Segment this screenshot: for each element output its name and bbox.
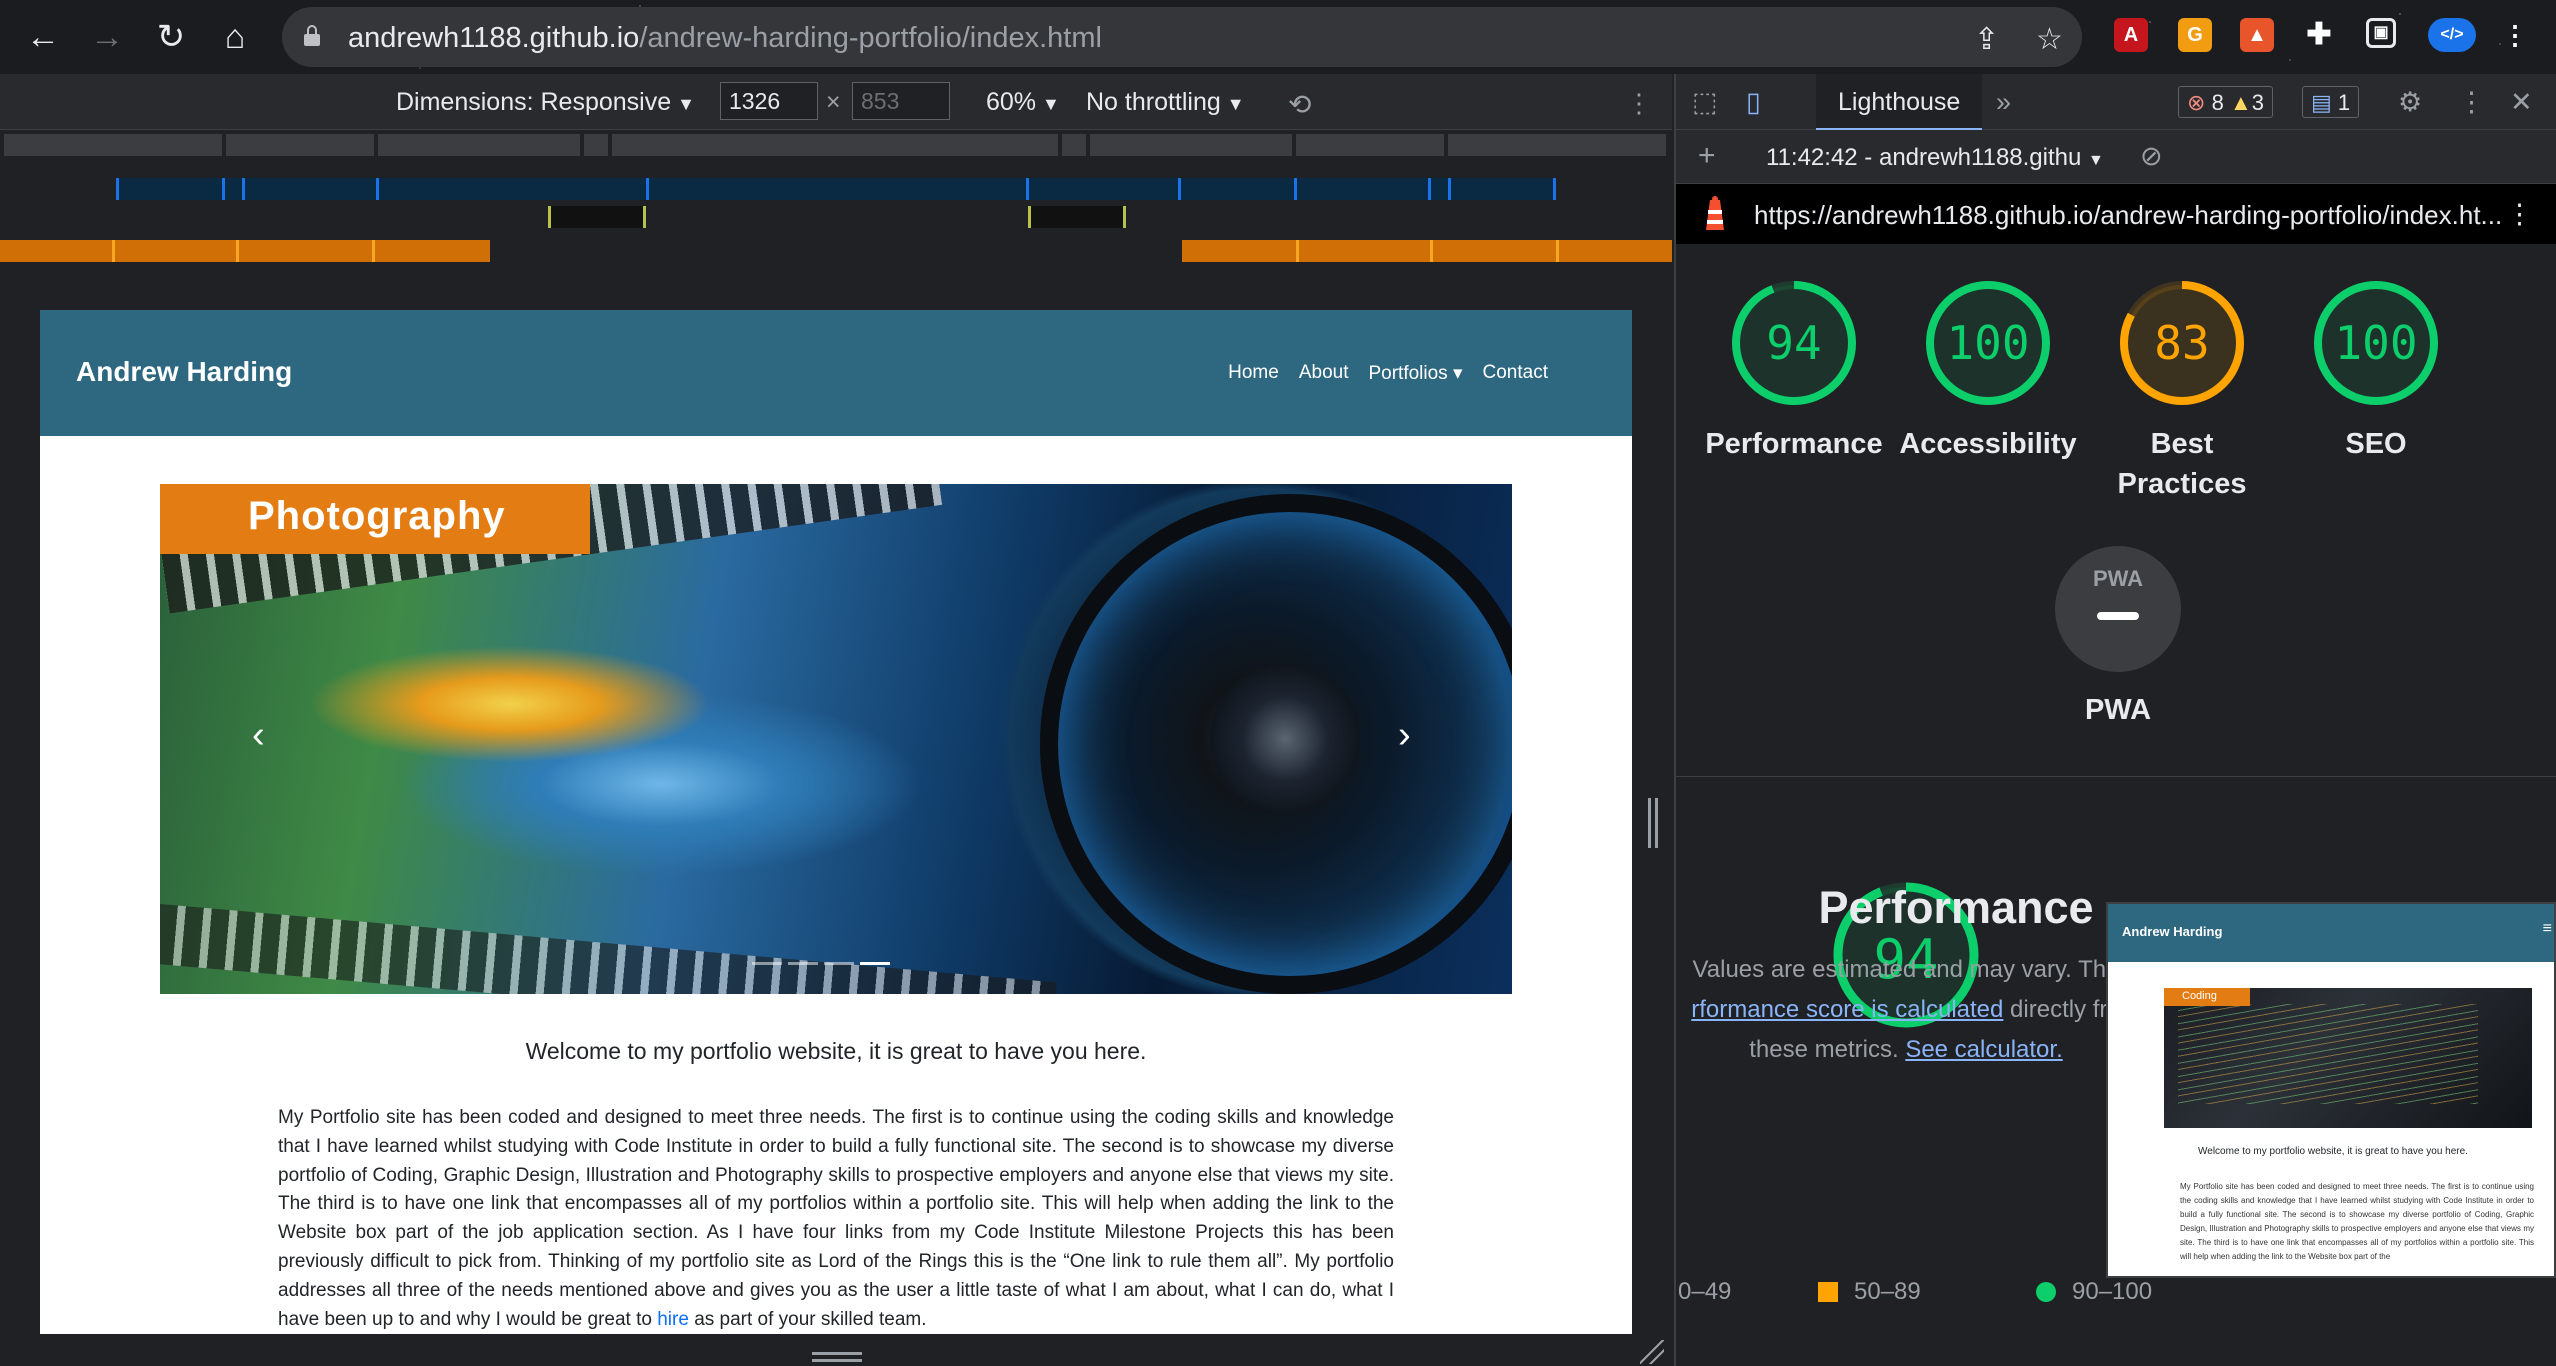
rotate-icon[interactable]: ⟲ — [1288, 88, 1311, 121]
window-icon[interactable]: ▣ — [2366, 18, 2396, 48]
gauge-accessibility[interactable]: 100 Accessibility — [1888, 278, 2088, 464]
performance-note: Values are estimated and may vary. The r… — [1691, 956, 2121, 1063]
lock-icon — [304, 25, 320, 47]
site-nav-links: Home About Portfolios ▾ Contact — [1228, 362, 1548, 385]
clear-icon[interactable]: ⊘ — [2140, 142, 2163, 170]
resize-handle-right[interactable] — [1648, 798, 1658, 848]
tab-lighthouse[interactable]: Lighthouse — [1816, 74, 1983, 130]
code-extension-icon[interactable]: </> — [2428, 18, 2476, 52]
inspect-icon[interactable]: ⬚ — [1692, 88, 1718, 116]
carousel-indicators[interactable] — [752, 962, 890, 965]
nav-about[interactable]: About — [1299, 362, 1349, 385]
dimensions-dropdown[interactable]: Dimensions: Responsive ▼ — [396, 88, 695, 117]
report-url-bar: https://andrewh1188.github.io/andrew-har… — [1676, 184, 2556, 244]
legend-high: 90–100 — [2036, 1278, 2152, 1306]
home-icon[interactable]: ⌂ — [216, 18, 254, 56]
issues-badge[interactable]: ⊗ 8 ▲3 — [2178, 86, 2273, 118]
menu-icon[interactable]: ⋮ — [2498, 18, 2532, 52]
legend-mid: 50–89 — [1818, 1278, 1921, 1306]
orange-square-icon — [1818, 1282, 1838, 1302]
messages-badge[interactable]: ▤ 1 — [2302, 86, 2360, 118]
gauge-seo[interactable]: 100 SEO — [2276, 278, 2476, 464]
carousel-next-icon[interactable]: › — [1398, 714, 1411, 757]
hire-link[interactable]: hire — [657, 1309, 689, 1330]
more-tabs-icon[interactable]: » — [1996, 88, 2011, 116]
report-url: https://andrewh1188.github.io/andrew-har… — [1754, 200, 2503, 230]
pwa-badge-icon: PWA — [2055, 546, 2181, 672]
resize-handle-corner[interactable] — [1640, 1340, 1664, 1364]
device-toolbar: Dimensions: Responsive ▼ 1326 × 853 60% ▼ … — [0, 74, 1672, 130]
times-icon: × — [826, 88, 841, 116]
green-circle-icon — [2036, 1282, 2056, 1302]
pdf-extension-icon[interactable]: A — [2114, 18, 2148, 52]
film-strip-graphic — [160, 904, 1057, 994]
report-menu-icon[interactable]: ⋮ — [2506, 200, 2533, 228]
final-screenshot-thumbnail[interactable]: Andrew Harding ≡ Coding Welcome to my por… — [2106, 902, 2556, 1278]
camera-lens-core — [1210, 664, 1360, 814]
device-more-icon[interactable]: ⋮ — [1626, 88, 1652, 119]
svg-text:PWA: PWA — [2093, 566, 2143, 591]
nav-portfolios[interactable]: Portfolios ▾ — [1368, 362, 1462, 385]
lighthouse-icon — [1704, 196, 1726, 232]
lighthouse-extension-icon[interactable]: ▲ — [2240, 18, 2274, 52]
carousel-prev-icon[interactable]: ‹ — [252, 714, 265, 757]
close-devtools-icon[interactable]: ✕ — [2510, 88, 2533, 116]
share-icon[interactable]: ⇪ — [1974, 25, 1999, 55]
hamburger-icon: ≡ — [2542, 920, 2552, 937]
width-input[interactable]: 1326 — [720, 82, 818, 120]
gauge-best-practices[interactable]: 83 Best Practices — [2082, 278, 2282, 504]
star-icon[interactable]: ☆ — [2036, 25, 2063, 55]
device-viewport: Andrew Harding Home About Portfolios ▾ C… — [0, 268, 1672, 1366]
height-input[interactable]: 853 — [852, 82, 950, 120]
browser-toolbar: ← → ↻ ⌂ andrewh1188.github.io/andrew-har… — [0, 0, 2556, 74]
grammarly-extension-icon[interactable]: G — [2178, 18, 2212, 52]
devtools-more-icon[interactable]: ⋮ — [2458, 88, 2485, 116]
devtools-tabbar: ⬚ ▯ Lighthouse » ⊗ 8 ▲3 ▤ 1 ⚙ ⋮ ✕ — [1676, 74, 2556, 130]
nav-contact[interactable]: Contact — [1483, 362, 1548, 385]
reload-icon[interactable]: ↻ — [152, 18, 190, 56]
legend-low: 0–49 — [1678, 1278, 1732, 1305]
forward-icon[interactable]: → — [88, 18, 126, 56]
address-bar[interactable]: andrewh1188.github.io/andrew-harding-por… — [282, 7, 2082, 67]
lighthouse-report-bar: + 11:42:42 - andrewh1188.githu ▼ ⊘ — [1676, 130, 2556, 184]
add-report-icon[interactable]: + — [1698, 141, 1716, 171]
see-calculator-link[interactable]: See calculator. — [1905, 1036, 2062, 1063]
welcome-heading: Welcome to my portfolio website, it is g… — [525, 1038, 1147, 1064]
screen: ← → ↻ ⌂ andrewh1188.github.io/andrew-har… — [0, 0, 2556, 1366]
nav-home[interactable]: Home — [1228, 362, 1279, 385]
back-icon[interactable]: ← — [24, 18, 62, 56]
website-page: Andrew Harding Home About Portfolios ▾ C… — [40, 310, 1632, 1334]
url-text: andrewh1188.github.io/andrew-harding-por… — [348, 22, 1102, 54]
media-query-bars — [0, 130, 1672, 268]
resize-handle-bottom[interactable] — [812, 1352, 862, 1362]
section-divider — [1676, 776, 2556, 777]
puzzle-extensions-icon[interactable]: ✚ — [2302, 18, 2336, 52]
gauge-pwa[interactable]: PWA PWA — [2018, 544, 2218, 730]
throttling-dropdown[interactable]: No throttling ▼ — [1086, 88, 1245, 117]
site-navbar: Andrew Harding Home About Portfolios ▾ C… — [40, 310, 1632, 436]
device-toggle-icon[interactable]: ▯ — [1746, 88, 1761, 116]
gauge-performance[interactable]: 94 Performance — [1694, 278, 1894, 464]
hero-badge: Photography — [160, 484, 590, 554]
zoom-dropdown[interactable]: 60% ▼ — [986, 88, 1060, 117]
score-calculation-link[interactable]: rformance score is calculated — [1691, 996, 2003, 1023]
report-selector[interactable]: 11:42:42 - andrewh1188.githu ▼ — [1766, 144, 2104, 172]
performance-title: Performance — [1818, 882, 2094, 933]
hero-carousel: Photography ‹ › — [160, 484, 1512, 994]
intro-paragraph: My Portfolio site has been coded and des… — [278, 1107, 1394, 1330]
settings-gear-icon[interactable]: ⚙ — [2398, 88, 2422, 116]
site-brand[interactable]: Andrew Harding — [76, 356, 292, 388]
